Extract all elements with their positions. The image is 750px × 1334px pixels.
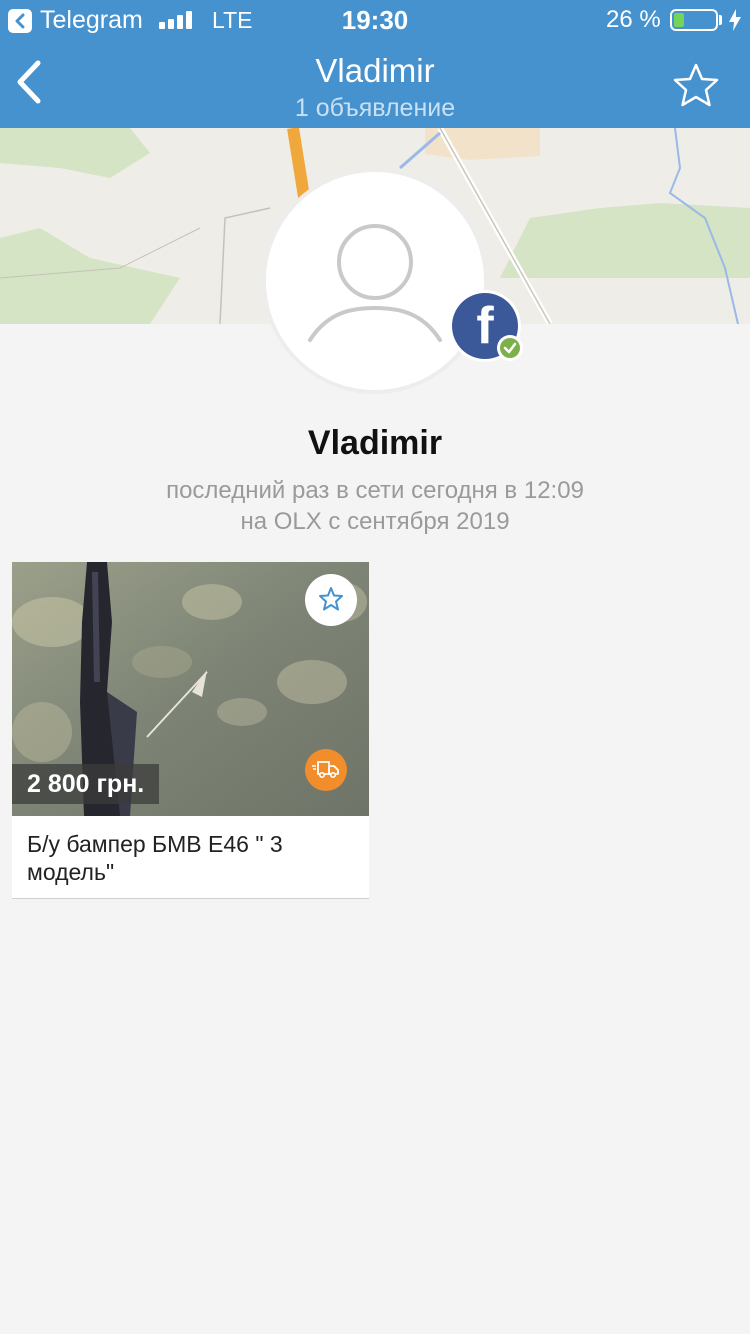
member-since-text: на OLX с сентября 2019 [240, 508, 510, 535]
listing-card[interactable]: 2 800 грн. Б/у бампер БМВ Е46 " 3 модель… [12, 562, 369, 899]
favorite-seller-button[interactable] [672, 62, 720, 108]
profile-name: Vladimir [307, 424, 443, 462]
page-title: Vladimir [315, 52, 435, 89]
check-icon-bg [500, 338, 520, 358]
star-outline-icon [673, 63, 719, 107]
avatar [262, 168, 488, 394]
listing-title[interactable]: Б/у бампер БМВ Е46 " 3 модель" [27, 830, 337, 886]
last-seen-text: последний раз в сети сегодня в 12:09 [166, 477, 584, 504]
user-placeholder-icon [308, 224, 442, 342]
charging-bolt-icon [729, 9, 741, 31]
listing-photo[interactable]: 2 800 грн. [12, 562, 369, 816]
delivery-truck-icon [312, 761, 339, 779]
listing-favorite-button[interactable] [305, 574, 357, 626]
page-subtitle: 1 объявление [294, 94, 456, 122]
battery-icon [670, 9, 718, 31]
battery-fill [674, 13, 684, 27]
listing-price: 2 800 грн. [12, 764, 160, 804]
battery-percent: 26 % [606, 6, 661, 33]
status-bar: Telegram LTE 19:30 26 % [0, 0, 750, 40]
battery-cap [719, 15, 722, 25]
delivery-badge [305, 749, 347, 791]
top-bar: Telegram LTE 19:30 26 % Vladimir 1 объяв… [0, 0, 750, 128]
check-icon [503, 342, 517, 354]
verified-badge [497, 335, 523, 361]
star-outline-icon [319, 587, 343, 611]
